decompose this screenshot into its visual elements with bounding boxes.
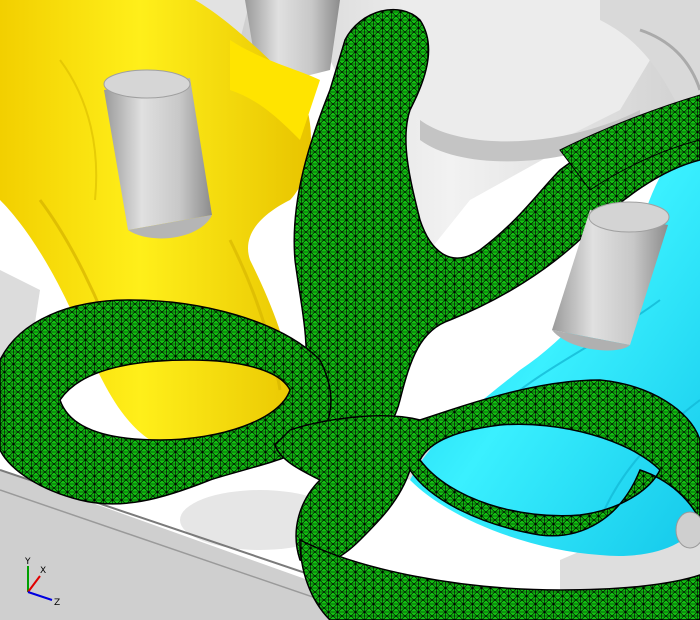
x-axis-line bbox=[27, 575, 41, 593]
z-axis-line bbox=[27, 591, 53, 601]
x-axis-label: X bbox=[40, 566, 46, 576]
y-axis-label: Y bbox=[24, 557, 31, 567]
cad-viewport[interactable]: Y X Z bbox=[0, 0, 700, 620]
z-axis-label: Z bbox=[54, 598, 60, 608]
engine-head-mesh-scene[interactable] bbox=[0, 0, 700, 620]
small-gray-knob[interactable] bbox=[675, 511, 700, 549]
orientation-triad[interactable]: Y X Z bbox=[0, 540, 80, 620]
